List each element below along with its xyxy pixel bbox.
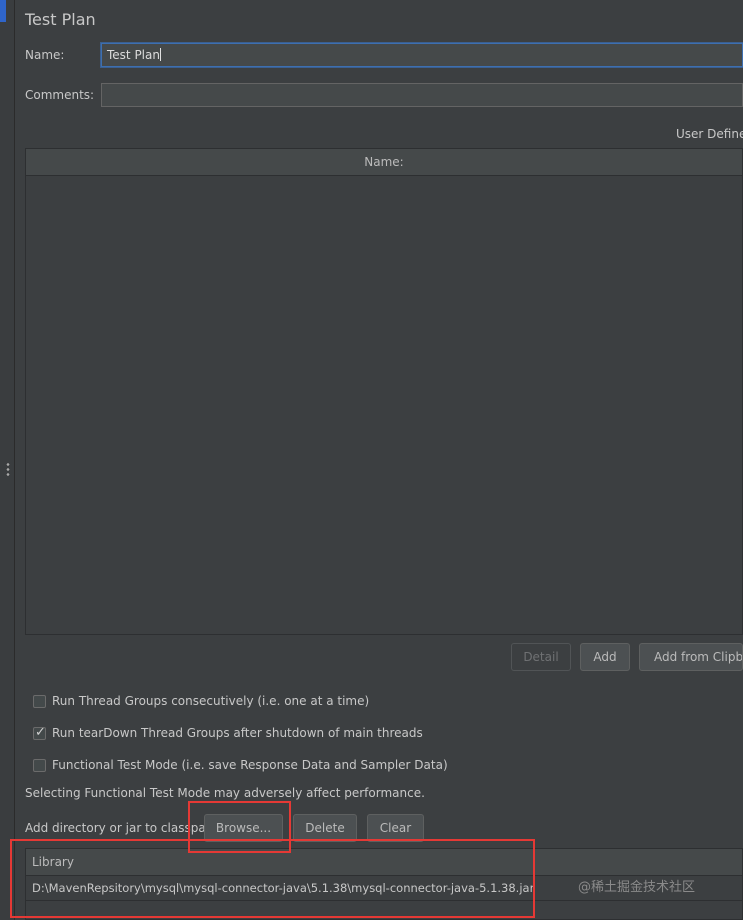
name-field[interactable]: Test Plan: [101, 43, 743, 67]
highlight-library-box: [10, 839, 535, 918]
comments-label: Comments:: [25, 88, 95, 102]
name-label: Name:: [25, 48, 65, 62]
add-from-clipboard-button[interactable]: Add from Clipbo: [639, 643, 743, 671]
left-gutter: [0, 0, 15, 920]
run-consecutively-label: Run Thread Groups consecutively (i.e. on…: [52, 694, 370, 708]
user-defined-variables-label: User Define: [676, 127, 743, 141]
tree-selection-marker: [0, 0, 6, 22]
add-button[interactable]: Add: [580, 643, 630, 671]
functional-mode-note: Selecting Functional Test Mode may adver…: [25, 786, 425, 800]
watermark: @稀土掘金技术社区: [578, 880, 696, 895]
detail-button[interactable]: Detail: [511, 643, 571, 671]
run-teardown-checkbox[interactable]: ✓: [33, 725, 46, 740]
checkmark-icon: ✓: [35, 725, 46, 740]
page-title: Test Plan: [25, 10, 96, 29]
run-consecutively-checkbox[interactable]: [33, 695, 46, 708]
functional-test-mode-label: Functional Test Mode (i.e. save Response…: [52, 758, 448, 772]
comments-field[interactable]: [101, 83, 743, 107]
text-caret-icon: [159, 48, 161, 61]
name-field-value: Test Plan: [107, 48, 160, 62]
clear-button[interactable]: Clear: [367, 814, 424, 842]
delete-button[interactable]: Delete: [293, 814, 357, 842]
run-teardown-label: Run tearDown Thread Groups after shutdow…: [52, 726, 423, 740]
functional-test-mode-checkbox[interactable]: [33, 759, 46, 772]
split-pane-grip-icon[interactable]: [6, 462, 10, 476]
column-header-name[interactable]: Name:: [26, 149, 742, 176]
user-defined-variables-table[interactable]: Name:: [25, 148, 743, 635]
